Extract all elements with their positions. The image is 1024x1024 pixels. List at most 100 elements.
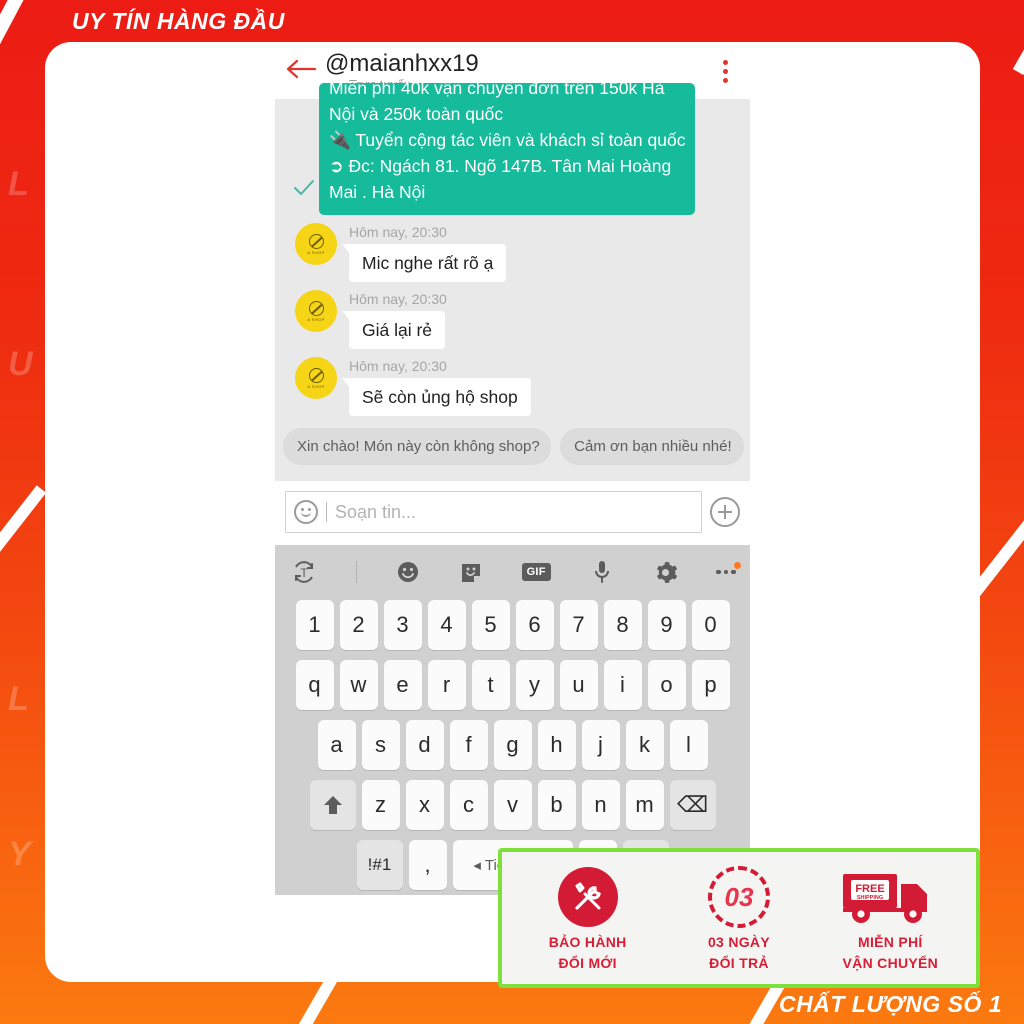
key-l[interactable]: l (669, 720, 708, 770)
watermark-letter-1: L (8, 165, 30, 203)
key-c[interactable]: c (449, 780, 488, 830)
tools-warranty-icon (513, 864, 663, 930)
back-arrow-icon[interactable] (285, 50, 321, 85)
key-1[interactable]: 1 (295, 600, 334, 650)
incoming-message-row: A SHOP Hôm nay, 20:30 Giá lại rẻ (275, 282, 750, 349)
shift-key[interactable] (309, 780, 356, 830)
emoji-icon[interactable] (396, 560, 420, 584)
key-q[interactable]: q (295, 660, 334, 710)
key-6[interactable]: 6 (515, 600, 554, 650)
more-options-icon[interactable] (716, 561, 741, 575)
incoming-bubble[interactable]: Giá lại rẻ (341, 311, 446, 349)
key-u[interactable]: u (559, 660, 598, 710)
outgoing-message-row: Miễn phí 40k vận chuyển đơn trên 150k Hà… (275, 78, 750, 215)
plug-emoji-icon: 🔌 (329, 130, 351, 150)
key-4[interactable]: 4 (427, 600, 466, 650)
kebab-dot (722, 78, 728, 83)
key-7[interactable]: 7 (559, 600, 598, 650)
avatar-brand-text: A SHOP (307, 383, 325, 389)
virtual-keyboard: T GIF 1 2 3 4 5 6 7 8 9 0 q w e r t y u … (275, 545, 750, 895)
incoming-bubble[interactable]: Sẽ còn ủng hộ shop (342, 378, 531, 416)
smiley-eye (308, 508, 311, 511)
message-list[interactable]: Miễn phí 40k vận chuyển đơn trên 150k Hà… (275, 78, 750, 481)
more-dot (731, 569, 736, 575)
key-x[interactable]: x (405, 780, 444, 830)
key-w[interactable]: w (339, 660, 378, 710)
incoming-bubble[interactable]: Mic nghe rất rõ ạ (341, 244, 507, 282)
avatar-logo-icon (308, 233, 324, 249)
kebab-dot (722, 60, 728, 65)
key-j[interactable]: j (581, 720, 620, 770)
avatar[interactable]: A SHOP (295, 357, 337, 399)
settings-gear-icon[interactable] (653, 560, 678, 585)
key-s[interactable]: s (361, 720, 400, 770)
plus-circle-icon[interactable] (710, 497, 740, 527)
translate-icon[interactable]: T (291, 559, 317, 585)
key-o[interactable]: o (647, 660, 686, 710)
promo-warranty-line2: ĐỔI MỚI (558, 955, 617, 971)
outgoing-line-1: Miễn phí 40k vận chuyển đơn trên 150k Hà (329, 78, 665, 98)
key-k[interactable]: k (625, 720, 664, 770)
outgoing-line-3: Tuyển cộng tác viên và khách sỉ toàn quố… (355, 130, 686, 150)
promo-shipping-line1: MIỄN PHÍ (857, 934, 923, 950)
key-v[interactable]: v (493, 780, 532, 830)
outgoing-bubble[interactable]: Miễn phí 40k vận chuyển đơn trên 150k Hà… (319, 78, 696, 215)
incoming-message-row: A SHOP Hôm nay, 20:30 Sẽ còn ủng hộ shop (275, 349, 750, 416)
message-composer: Soạn tin... (275, 481, 750, 545)
incoming-column: Hôm nay, 20:30 Mic nghe rất rõ ạ (341, 223, 742, 282)
text-caret (326, 502, 327, 522)
watermark-letter-4: Y (8, 835, 32, 873)
more-dot (716, 569, 721, 575)
smiley-icon[interactable] (294, 500, 318, 524)
backspace-key[interactable]: ⌫ (669, 780, 716, 830)
key-e[interactable]: e (383, 660, 422, 710)
key-z[interactable]: z (361, 780, 400, 830)
microphone-icon[interactable] (590, 559, 614, 585)
key-y[interactable]: y (515, 660, 554, 710)
promo-warranty-line1: BẢO HÀNH (548, 934, 627, 950)
avatar[interactable]: A SHOP (295, 290, 337, 332)
symbols-key[interactable]: !#1 (356, 840, 403, 890)
key-a[interactable]: a (317, 720, 356, 770)
key-p[interactable]: p (691, 660, 730, 710)
sticker-icon[interactable] (459, 560, 483, 584)
page-title: @maianhxx19 (325, 50, 479, 77)
more-dot (723, 569, 729, 575)
incoming-column: Hôm nay, 20:30 Giá lại rẻ (341, 290, 742, 349)
return-ring: 03 (707, 866, 770, 928)
key-d[interactable]: d (405, 720, 444, 770)
quick-reply-bar: Xin chào! Món này còn không shop? Cảm ơn… (275, 416, 750, 475)
smiley-mouth (301, 512, 311, 517)
key-f[interactable]: f (449, 720, 488, 770)
quick-reply-2[interactable]: Cảm ơn bạn nhiều nhé! (560, 428, 744, 465)
comma-key[interactable]: , (408, 840, 447, 890)
key-i[interactable]: i (603, 660, 642, 710)
key-b[interactable]: b (537, 780, 576, 830)
key-h[interactable]: h (537, 720, 576, 770)
gif-icon[interactable]: GIF (521, 563, 551, 581)
key-g[interactable]: g (493, 720, 532, 770)
promo-badge-overlay: BẢO HÀNH ĐỔI MỚI 03 03 NGÀY ĐỔI TRẢ FREE… (498, 848, 980, 988)
key-0[interactable]: 0 (691, 600, 730, 650)
avatar[interactable]: A SHOP (295, 223, 337, 265)
key-5[interactable]: 5 (471, 600, 510, 650)
key-t[interactable]: t (471, 660, 510, 710)
key-9[interactable]: 9 (647, 600, 686, 650)
quick-reply-1[interactable]: Xin chào! Món này còn không shop? (283, 428, 552, 465)
key-m[interactable]: m (625, 780, 664, 830)
promo-item-return: 03 03 NGÀY ĐỔI TRẢ (664, 864, 814, 972)
key-8[interactable]: 8 (603, 600, 642, 650)
kebab-menu-icon[interactable] (712, 50, 738, 83)
key-2[interactable]: 2 (339, 600, 378, 650)
key-n[interactable]: n (581, 780, 620, 830)
message-input[interactable]: Soạn tin... (285, 491, 702, 533)
key-r[interactable]: r (427, 660, 466, 710)
svg-text:SHIPPING: SHIPPING (857, 895, 883, 901)
avatar-logo-icon (308, 367, 324, 383)
key-3[interactable]: 3 (383, 600, 422, 650)
notification-badge (733, 561, 741, 569)
warranty-circle (557, 867, 618, 927)
avatar-logo-icon (308, 300, 324, 316)
message-timestamp: Hôm nay, 20:30 (349, 224, 447, 240)
phone-card: @maianhxx19 Trực tuyến Miễn phí 40k vận … (45, 42, 980, 982)
